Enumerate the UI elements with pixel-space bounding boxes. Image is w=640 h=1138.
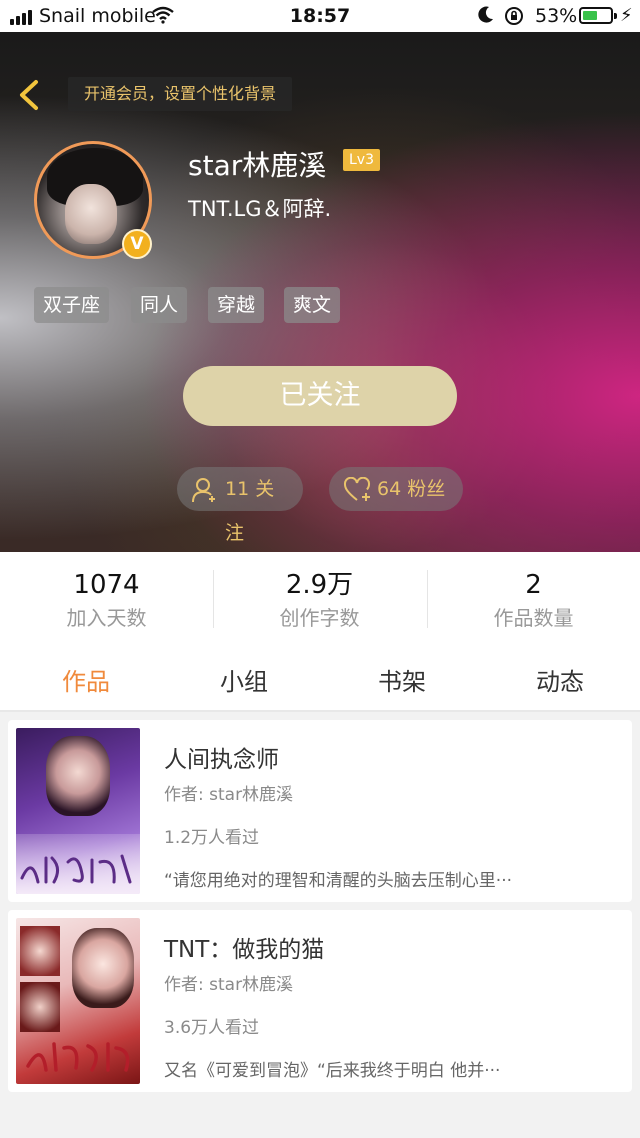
- username: star林鹿溪: [188, 149, 327, 182]
- stat-label: 加入天数: [66, 606, 147, 630]
- follow-button[interactable]: 已关注: [183, 366, 457, 426]
- book-cover: [16, 918, 140, 1084]
- work-author: 作者: star林鹿溪: [164, 785, 294, 805]
- work-description: 又名《可爱到冒泡》“后来我终于明白 他并···: [164, 1061, 501, 1081]
- tab-activity[interactable]: 动态: [480, 662, 640, 697]
- battery-icon: [579, 7, 617, 24]
- work-views: 3.6万人看过: [164, 1018, 260, 1038]
- profile-tag[interactable]: 同人: [131, 287, 188, 323]
- stat-value: 1074: [73, 570, 140, 600]
- profile-tag[interactable]: 穿越: [208, 287, 265, 323]
- stat-value: 2: [525, 570, 542, 600]
- battery-percent: 53%: [535, 5, 578, 27]
- book-cover: [16, 728, 140, 894]
- list-item[interactable]: TNT：做我的猫 作者: star林鹿溪 3.6万人看过 又名《可爱到冒泡》“后…: [8, 910, 632, 1092]
- work-title: 人间执念师: [164, 747, 279, 773]
- rotation-lock-icon: [505, 7, 523, 25]
- chevron-left-icon[interactable]: [14, 78, 48, 112]
- list-item[interactable]: 人间执念师 作者: star林鹿溪 1.2万人看过 “请您用绝对的理智和清醒的头…: [8, 720, 632, 902]
- work-description: “请您用绝对的理智和清醒的头脑去压制心里···: [164, 871, 513, 891]
- tab-bookshelf[interactable]: 书架: [322, 662, 482, 697]
- work-title: TNT：做我的猫: [164, 937, 325, 963]
- user-add-icon: [192, 478, 215, 503]
- work-author: 作者: star林鹿溪: [164, 975, 294, 995]
- tab-groups[interactable]: 小组: [164, 662, 324, 697]
- stat-value: 2.9万: [285, 570, 354, 600]
- profile-tag[interactable]: 爽文: [284, 287, 341, 323]
- profile-tabs: 作品 小组 书架 动态: [0, 650, 640, 712]
- status-bar: Snail mobile 18:57 53% ⚡: [0, 0, 640, 32]
- profile-tag[interactable]: 双子座: [34, 287, 110, 323]
- tab-works[interactable]: 作品: [6, 662, 166, 697]
- level-badge: Lv3: [343, 149, 380, 171]
- user-bio: TNT.LG＆阿辞.: [188, 197, 332, 221]
- member-background-prompt[interactable]: 开通会员，设置个性化背景: [68, 77, 293, 111]
- stat-works-count: 2 作品数量: [427, 568, 640, 631]
- following-pill[interactable]: 11 关注: [177, 467, 303, 544]
- fans-count: 64 粉丝: [377, 478, 446, 500]
- stat-label: 创作字数: [279, 606, 360, 630]
- work-views: 1.2万人看过: [164, 828, 260, 848]
- charging-icon: ⚡: [620, 5, 633, 26]
- heart-add-icon: [343, 477, 371, 501]
- verified-badge: V: [122, 229, 152, 259]
- stat-word-count: 2.9万 创作字数: [213, 568, 426, 631]
- stat-label: 作品数量: [493, 606, 574, 630]
- stat-days-joined: 1074 加入天数: [0, 568, 213, 631]
- fans-pill[interactable]: 64 粉丝: [329, 467, 463, 511]
- moon-icon: [478, 6, 493, 23]
